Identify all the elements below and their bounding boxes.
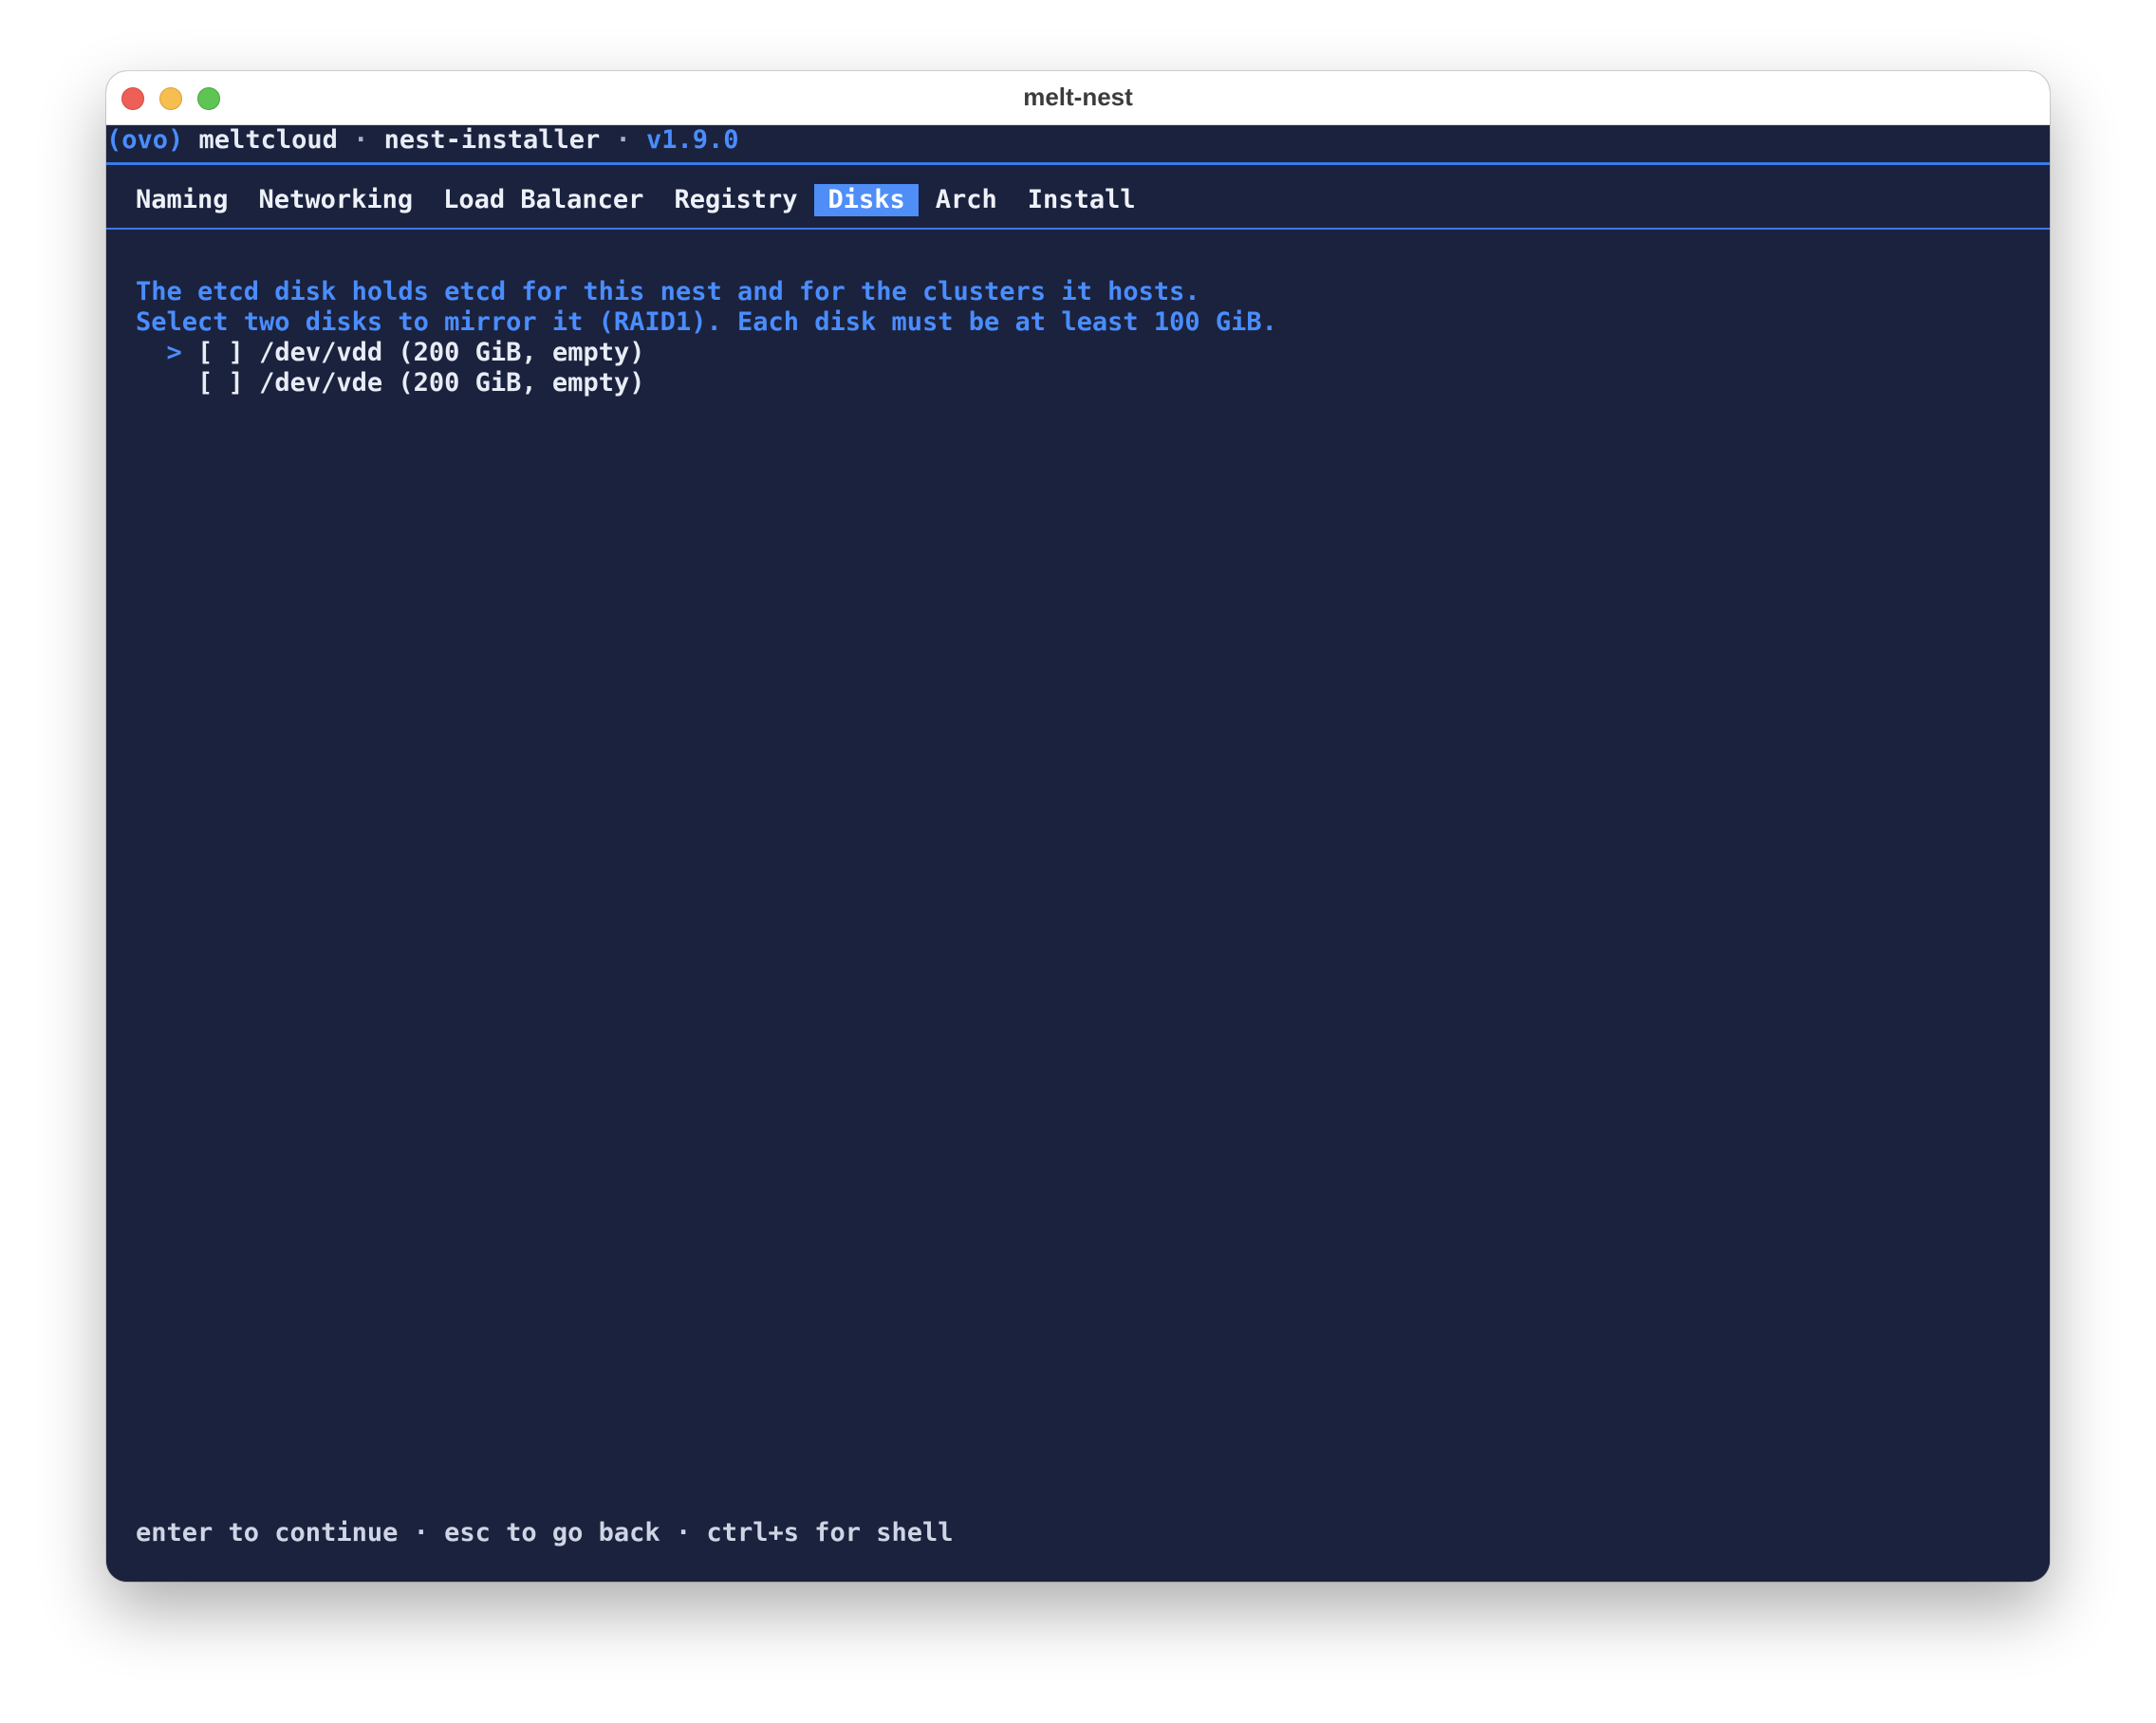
tab-load-balancer[interactable]: Load Balancer xyxy=(430,184,657,216)
selection-cursor-icon: > xyxy=(166,338,182,367)
header-separator: · xyxy=(353,125,369,155)
info-text: Select two disks to mirror it (RAID1). E… xyxy=(136,307,1277,337)
disk-checkbox[interactable]: [ ] xyxy=(197,338,244,367)
app-logo: (ovo) xyxy=(106,125,184,155)
key-hints: enter to continue · esc to go back · ctr… xyxy=(136,1518,954,1547)
app-name: nest-installer xyxy=(383,125,601,155)
tab-arch[interactable]: Arch xyxy=(922,184,1011,216)
disk-option-label: /dev/vdd (200 GiB, empty) xyxy=(259,338,645,367)
disk-option-label: /dev/vde (200 GiB, empty) xyxy=(259,368,645,398)
info-text: The etcd disk holds etcd for this nest a… xyxy=(136,277,1200,306)
tab-install[interactable]: Install xyxy=(1014,184,1149,216)
app-version: v1.9.0 xyxy=(646,125,739,155)
disk-option-vdd[interactable]: > [ ] /dev/vdd (200 GiB, empty) xyxy=(136,338,645,368)
window-title: melt-nest xyxy=(1023,83,1133,111)
step-tabs: Naming Networking Load Balancer Registry… xyxy=(136,184,1153,216)
terminal-screen[interactable]: (ovo) meltcloud · nest-installer · v1.9.… xyxy=(106,125,2050,1582)
product-name: meltcloud xyxy=(198,125,338,155)
tabs-divider xyxy=(106,228,2050,230)
app-header: (ovo) meltcloud · nest-installer · v1.9.… xyxy=(106,125,739,156)
tab-disks[interactable]: Disks xyxy=(814,184,919,216)
window-titlebar[interactable]: melt-nest xyxy=(106,71,2050,125)
header-divider xyxy=(106,162,2050,165)
tab-networking[interactable]: Networking xyxy=(246,184,427,216)
terminal-window: melt-nest (ovo) meltcloud · nest-install… xyxy=(106,71,2050,1582)
header-separator: · xyxy=(615,125,631,155)
disk-option-vde[interactable]: [ ] /dev/vde (200 GiB, empty) xyxy=(136,368,644,398)
tab-registry[interactable]: Registry xyxy=(660,184,810,216)
disk-checkbox[interactable]: [ ] xyxy=(197,368,244,398)
tab-naming[interactable]: Naming xyxy=(136,184,242,216)
